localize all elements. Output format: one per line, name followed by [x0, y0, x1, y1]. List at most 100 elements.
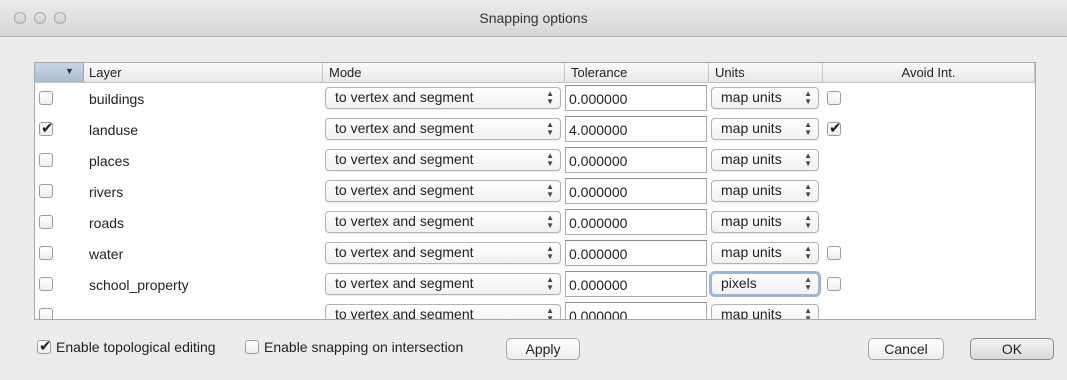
snap-mode-value: to vertex and segment	[335, 120, 474, 136]
snap-mode-select[interactable]: to vertex and segment ▲ ▼	[325, 180, 561, 202]
layer-name: water	[89, 246, 124, 262]
snap-mode-select[interactable]: to vertex and segment ▲ ▼	[325, 211, 561, 233]
stepper-arrows-icon: ▲ ▼	[546, 244, 554, 261]
snap-mode-value: to vertex and segment	[335, 306, 474, 320]
units-select[interactable]: map units ▲ ▼	[711, 149, 819, 171]
snap-mode-select[interactable]: to vertex and segment ▲ ▼	[325, 87, 561, 109]
snap-mode-select[interactable]: to vertex and segment ▲ ▼	[325, 304, 561, 320]
layer-enable-checkbox[interactable]	[39, 246, 53, 260]
tolerance-input[interactable]: 0.000000	[565, 302, 707, 319]
header-units[interactable]: Units	[709, 63, 823, 82]
units-select[interactable]: map units ▲ ▼	[711, 87, 819, 109]
avoid-intersections-checkbox[interactable]	[827, 246, 841, 260]
tolerance-input[interactable]: 0.000000	[565, 178, 707, 204]
tolerance-input[interactable]: 0.000000	[565, 147, 707, 173]
layer-name: buildings	[89, 91, 145, 107]
stepper-arrows-icon: ▲ ▼	[546, 306, 554, 320]
table-header: ▼ Layer Mode Tolerance Units Avoid Int.	[35, 63, 1035, 83]
topological-editing-label: Enable topological editing	[56, 339, 216, 355]
header-avoid-intersections[interactable]: Avoid Int.	[823, 63, 1035, 82]
sort-down-icon: ▼	[65, 66, 74, 76]
stepper-arrows-icon: ▲ ▼	[546, 275, 554, 292]
snap-mode-value: to vertex and segment	[335, 275, 474, 291]
table-row: places to vertex and segment ▲ ▼ 0.000000 map…	[35, 145, 1035, 176]
window-title: Snapping options	[479, 10, 588, 26]
ok-button[interactable]: OK	[970, 338, 1054, 360]
layer-enable-checkbox[interactable]	[39, 308, 53, 319]
stepper-arrows-icon: ▲ ▼	[804, 120, 812, 137]
snapping-on-intersection-label: Enable snapping on intersection	[264, 339, 464, 355]
snap-mode-select[interactable]: to vertex and segment ▲ ▼	[325, 273, 561, 295]
snapping-on-intersection-checkbox[interactable]	[245, 340, 259, 354]
tolerance-input[interactable]: 0.000000	[565, 240, 707, 266]
snap-mode-value: to vertex and segment	[335, 182, 474, 198]
layer-snapping-table: ▼ Layer Mode Tolerance Units Avoid Int. …	[34, 62, 1036, 320]
stepper-arrows-icon: ▲ ▼	[804, 306, 812, 320]
table-row: water to vertex and segment ▲ ▼ 0.000000 map …	[35, 238, 1035, 269]
units-value: map units	[721, 306, 782, 320]
topological-editing-checkbox[interactable]	[37, 337, 52, 355]
units-select[interactable]: map units ▲ ▼	[711, 118, 819, 140]
table-row: school_property to vertex and segment ▲ ▼ 0.…	[35, 269, 1035, 300]
dialog-footer: Enable topological editing Enable snappi…	[0, 330, 1067, 380]
tolerance-input[interactable]: 0.000000	[565, 271, 707, 297]
table-row: roads to vertex and segment ▲ ▼ 0.000000 map …	[35, 207, 1035, 238]
units-select[interactable]: pixels ▲ ▼	[711, 273, 819, 295]
table-row: buildings to vertex and segment ▲ ▼ 0.000000…	[35, 83, 1035, 114]
avoid-intersections-checkbox[interactable]	[827, 119, 842, 137]
header-mode[interactable]: Mode	[323, 63, 565, 82]
cancel-button[interactable]: Cancel	[868, 338, 944, 360]
stepper-arrows-icon: ▲ ▼	[546, 213, 554, 230]
tolerance-input[interactable]: 0.000000	[565, 209, 707, 235]
units-select[interactable]: map units ▲ ▼	[711, 242, 819, 264]
header-layer[interactable]: Layer	[83, 63, 323, 82]
snap-mode-select[interactable]: to vertex and segment ▲ ▼	[325, 149, 561, 171]
stepper-arrows-icon: ▲ ▼	[804, 182, 812, 199]
avoid-intersections-checkbox[interactable]	[827, 277, 841, 291]
layer-name: rivers	[89, 184, 124, 200]
snap-mode-value: to vertex and segment	[335, 213, 474, 229]
layer-name: places	[89, 153, 130, 169]
units-value: pixels	[721, 275, 757, 291]
tolerance-input[interactable]: 4.000000	[565, 116, 707, 142]
stepper-arrows-icon: ▲ ▼	[546, 120, 554, 137]
table-row: landuseto vertex and segment▲▼4.000000ma…	[35, 114, 1035, 145]
stepper-arrows-icon: ▲ ▼	[546, 151, 554, 168]
units-select[interactable]: map units ▲ ▼	[711, 211, 819, 233]
units-value: map units	[721, 120, 782, 136]
units-select[interactable]: map units ▲ ▼	[711, 304, 819, 320]
units-value: map units	[721, 244, 782, 260]
stepper-arrows-icon: ▲ ▼	[804, 213, 812, 230]
snap-mode-select[interactable]: to vertex and segment ▲ ▼	[325, 118, 561, 140]
units-value: map units	[721, 182, 782, 198]
units-value: map units	[721, 89, 782, 105]
table-row: rivers to vertex and segment ▲ ▼ 0.000000 map…	[35, 176, 1035, 207]
snapping-options-window: Snapping options ▼ Layer Mode Tolerance …	[0, 0, 1067, 380]
title-bar: Snapping options	[0, 0, 1067, 37]
apply-button[interactable]: Apply	[506, 338, 580, 360]
units-select[interactable]: map units ▲ ▼	[711, 180, 819, 202]
units-value: map units	[721, 151, 782, 167]
avoid-intersections-checkbox[interactable]	[827, 91, 841, 105]
stepper-arrows-icon: ▲ ▼	[804, 151, 812, 168]
stepper-arrows-icon: ▲ ▼	[546, 182, 554, 199]
layer-name: school_property	[89, 277, 189, 293]
tolerance-input[interactable]: 0.000000	[565, 85, 707, 111]
snap-mode-select[interactable]: to vertex and segment ▲ ▼	[325, 242, 561, 264]
layer-enable-checkbox[interactable]	[39, 91, 53, 105]
snap-mode-value: to vertex and segment	[335, 151, 474, 167]
stepper-arrows-icon: ▲ ▼	[804, 275, 812, 292]
sort-column-header[interactable]: ▼	[35, 63, 84, 82]
layer-enable-checkbox[interactable]	[39, 184, 53, 198]
layer-name: landuse	[89, 122, 139, 138]
snap-mode-value: to vertex and segment	[335, 244, 474, 260]
header-tolerance[interactable]: Tolerance	[565, 63, 709, 82]
units-value: map units	[721, 213, 782, 229]
layer-enable-checkbox[interactable]	[39, 119, 54, 137]
layer-enable-checkbox[interactable]	[39, 153, 53, 167]
layer-name: roads	[89, 215, 125, 231]
layer-enable-checkbox[interactable]	[39, 215, 53, 229]
snap-mode-value: to vertex and segment	[335, 89, 474, 105]
layer-enable-checkbox[interactable]	[39, 277, 53, 291]
stepper-arrows-icon: ▲ ▼	[804, 89, 812, 106]
